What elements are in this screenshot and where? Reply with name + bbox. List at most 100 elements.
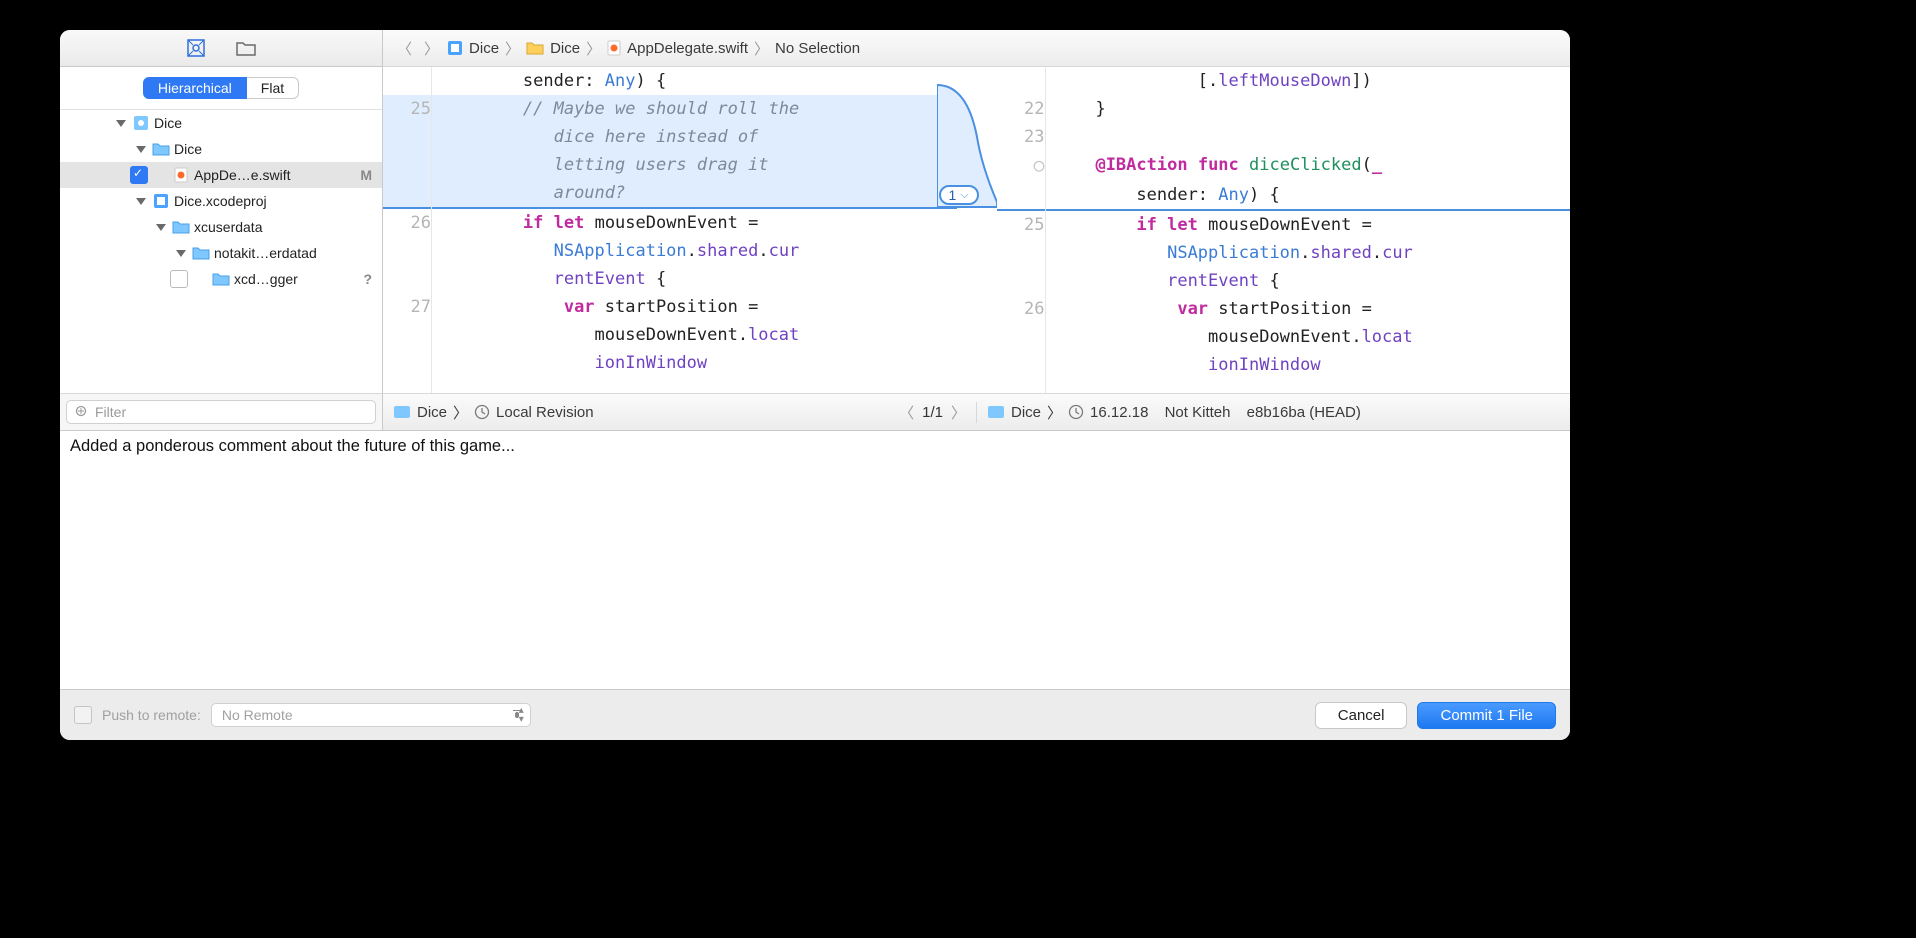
- bottom-bar: Push to remote: No Remote ▴▾ Cancel Comm…: [60, 689, 1570, 740]
- right-author: Not Kitteh: [1165, 404, 1231, 421]
- tree-row[interactable]: Dice: [60, 136, 382, 162]
- tree-row[interactable]: notakit…erdatad: [60, 240, 382, 266]
- xcodeproj-icon: [152, 192, 170, 210]
- project-icon: [987, 405, 1005, 419]
- disclosure-icon[interactable]: [136, 198, 146, 205]
- folder-icon: [526, 41, 544, 55]
- change-stepper[interactable]: 1 ⌵: [939, 185, 979, 205]
- scope-folder-icon[interactable]: [235, 37, 257, 59]
- code-line: 25 // Maybe we should roll the: [383, 95, 957, 123]
- code-line: ionInWindow: [997, 351, 1571, 379]
- line-number[interactable]: 23: [997, 123, 1055, 151]
- jump-bar[interactable]: 〈 〉 Dice 〉 Dice 〉 AppDelegate.swift: [383, 30, 1570, 67]
- code-line: rentEvent {: [997, 267, 1571, 295]
- scope-project-icon[interactable]: [185, 37, 207, 59]
- right-hash[interactable]: e8b16ba (HEAD): [1247, 404, 1361, 421]
- tree-row[interactable]: Dice: [60, 110, 382, 136]
- line-number[interactable]: [383, 349, 441, 377]
- prev-change-icon[interactable]: 〈: [899, 402, 914, 423]
- line-number[interactable]: [383, 179, 441, 207]
- commit-message-input[interactable]: Added a ponderous comment about the futu…: [60, 431, 1570, 689]
- line-number[interactable]: [383, 67, 441, 95]
- tree-row[interactable]: xcd…gger?: [60, 266, 382, 292]
- code-line: sender: Any) {: [383, 67, 957, 95]
- disclosure-icon[interactable]: [176, 250, 186, 257]
- cancel-button[interactable]: Cancel: [1315, 702, 1408, 729]
- code-line: [.leftMouseDown]): [997, 67, 1571, 95]
- disclosure-icon[interactable]: [156, 224, 166, 231]
- line-number[interactable]: [383, 237, 441, 265]
- crumb-selection[interactable]: No Selection: [775, 40, 860, 57]
- code-line: 27 var startPosition =: [383, 293, 957, 321]
- tree-label: Dice: [174, 141, 368, 157]
- folder-icon: [212, 270, 230, 288]
- include-checkbox[interactable]: [170, 270, 188, 288]
- include-checkbox[interactable]: [130, 166, 148, 184]
- crumb-file[interactable]: AppDelegate.swift: [607, 40, 748, 57]
- filter-bar: Filter: [60, 393, 382, 430]
- folder-icon: [152, 140, 170, 158]
- view-mode-segmented: Hierarchical Flat: [60, 67, 382, 110]
- clock-icon: [474, 404, 490, 420]
- push-to-remote-label: Push to remote:: [102, 707, 201, 723]
- tree-row[interactable]: AppDe…e.swiftM: [60, 162, 382, 188]
- code-line: mouseDownEvent.locat: [997, 323, 1571, 351]
- left-project[interactable]: Dice: [417, 404, 447, 421]
- tree-label: Dice.xcodeproj: [174, 193, 368, 209]
- line-number[interactable]: [383, 265, 441, 293]
- line-number[interactable]: 22: [997, 95, 1055, 123]
- line-number[interactable]: 25: [997, 211, 1055, 239]
- push-to-remote-checkbox[interactable]: [74, 706, 92, 724]
- line-number[interactable]: [383, 123, 441, 151]
- line-number[interactable]: 26: [997, 295, 1055, 323]
- line-number[interactable]: [997, 67, 1055, 95]
- file-tree[interactable]: Dice Dice AppDe…e.swiftM Dice.xcodeproj xcus…: [60, 110, 382, 393]
- disclosure-icon: [196, 274, 206, 284]
- filter-placeholder: Filter: [95, 404, 126, 420]
- line-number[interactable]: 26: [383, 209, 441, 237]
- crumb-folder[interactable]: Dice: [526, 40, 580, 57]
- remote-select[interactable]: No Remote ▴▾: [211, 703, 531, 727]
- diff-pane-right[interactable]: [.leftMouseDown])22 }23 ○ @IBAction func…: [997, 67, 1571, 393]
- code-line: around?: [383, 179, 957, 209]
- swift-icon: [172, 166, 190, 184]
- tree-label: xcd…gger: [234, 271, 359, 287]
- disclosure-icon[interactable]: [136, 146, 146, 153]
- disclosure-icon: [156, 170, 166, 180]
- line-number[interactable]: [383, 151, 441, 179]
- line-number[interactable]: [997, 239, 1055, 267]
- commit-button[interactable]: Commit 1 File: [1417, 702, 1556, 729]
- folder-icon: [172, 218, 190, 236]
- scm-status: M: [360, 167, 382, 183]
- project-icon: [132, 114, 150, 132]
- line-number[interactable]: [997, 323, 1055, 351]
- line-number[interactable]: [997, 351, 1055, 379]
- sidebar: Hierarchical Flat Dice Dice AppDe…e.swiftM…: [60, 30, 383, 430]
- diff-gutter: 1 ⌵: [957, 67, 997, 393]
- nav-back-icon[interactable]: 〈: [393, 38, 416, 59]
- line-number[interactable]: [383, 321, 441, 349]
- next-change-icon[interactable]: 〉: [951, 402, 966, 423]
- diff-pane-left[interactable]: sender: Any) {25 // Maybe we should roll…: [383, 67, 957, 393]
- right-project[interactable]: Dice: [1011, 404, 1041, 421]
- tab-flat[interactable]: Flat: [247, 77, 299, 99]
- code-line: 26 var startPosition =: [997, 295, 1571, 323]
- line-number[interactable]: [997, 181, 1055, 209]
- tab-hierarchical[interactable]: Hierarchical: [143, 77, 247, 99]
- code-line: NSApplication.shared.cur: [997, 239, 1571, 267]
- line-number[interactable]: 25: [383, 95, 441, 123]
- left-revision[interactable]: Local Revision: [496, 404, 594, 421]
- line-number[interactable]: [997, 267, 1055, 295]
- line-number[interactable]: 27: [383, 293, 441, 321]
- code-line: dice here instead of: [383, 123, 957, 151]
- code-line: 26 if let mouseDownEvent =: [383, 209, 957, 237]
- tree-label: Dice: [154, 115, 368, 131]
- filter-input[interactable]: Filter: [66, 400, 376, 424]
- tree-row[interactable]: xcuserdata: [60, 214, 382, 240]
- tree-row[interactable]: Dice.xcodeproj: [60, 188, 382, 214]
- crumb-project[interactable]: Dice: [447, 40, 499, 57]
- disclosure-icon[interactable]: [116, 120, 126, 127]
- nav-forward-icon[interactable]: 〉: [420, 38, 443, 59]
- breakpoint-gutter-icon[interactable]: ○: [997, 151, 1055, 181]
- code-line: NSApplication.shared.cur: [383, 237, 957, 265]
